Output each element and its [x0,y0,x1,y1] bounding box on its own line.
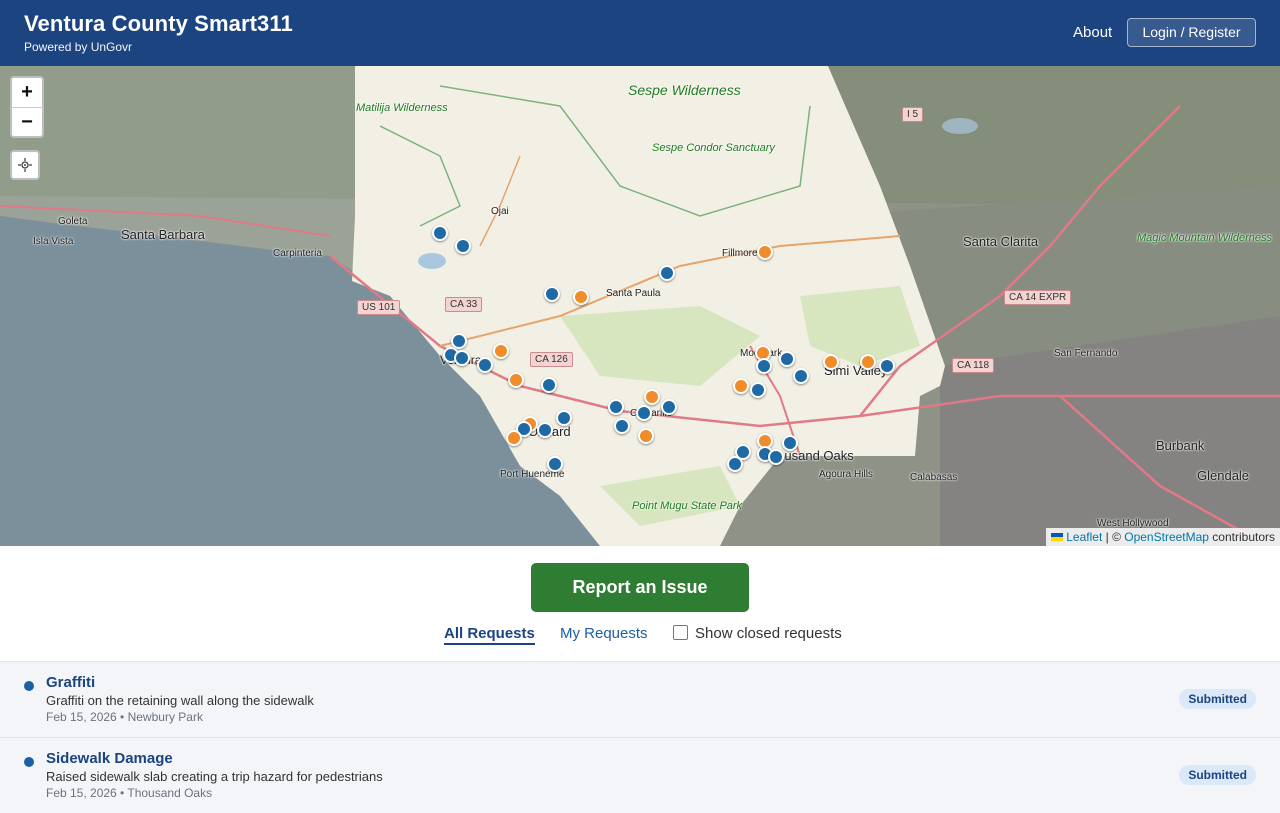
map-label: Ojai [491,206,509,217]
request-tabs: All Requests My Requests Show closed req… [0,624,1280,646]
map-label: Point Mugu State Park [632,500,743,512]
request-marker[interactable] [608,399,624,415]
map-label: San Fernando [1054,348,1118,359]
map-label: Calabasas [910,472,958,483]
request-marker[interactable] [477,357,493,373]
map-label: Santa Paula [606,288,661,299]
request-meta: Feb 15, 2026 • Thousand Oaks [46,786,213,800]
request-marker[interactable] [506,430,522,446]
request-marker[interactable] [768,449,784,465]
zoom-in-button[interactable]: + [12,78,42,107]
map-label: Carpinteria [273,248,322,259]
request-marker[interactable] [638,428,654,444]
locate-button[interactable] [10,150,40,180]
basemap [0,66,1280,546]
report-issue-button[interactable]: Report an Issue [531,563,749,612]
map-label: Sespe Condor Sanctuary [652,142,775,154]
request-description: Graffiti on the retaining wall along the… [46,693,314,708]
request-marker[interactable] [779,351,795,367]
highway-shield: CA 14 EXPR [1004,290,1072,305]
show-closed-toggle[interactable]: Show closed requests [673,625,842,642]
zoom-out-button[interactable]: − [12,107,42,136]
request-marker[interactable] [541,377,557,393]
highway-shield: I 5 [902,107,924,122]
map-label: Magic Mountain Wilderness [1137,232,1273,244]
request-marker[interactable] [614,418,630,434]
request-list: Graffiti Graffiti on the retaining wall … [0,661,1280,813]
request-marker[interactable] [432,225,448,241]
map-attribution: Leaflet | © OpenStreetMap contributors [1046,528,1280,546]
app-title[interactable]: Ventura County Smart311 [24,11,293,37]
brand: Ventura County Smart311 Powered by UnGov… [24,11,293,55]
show-closed-label: Show closed requests [695,625,842,642]
highway-shield: CA 126 [530,352,573,367]
login-register-button[interactable]: Login / Register [1127,18,1256,47]
request-marker[interactable] [782,435,798,451]
request-marker[interactable] [636,405,652,421]
request-marker[interactable] [659,265,675,281]
map-label: Santa Barbara [121,227,205,242]
request-marker[interactable] [661,399,677,415]
request-marker[interactable] [544,286,560,302]
request-marker[interactable] [556,410,572,426]
request-marker[interactable] [879,358,895,374]
request-marker[interactable] [793,368,809,384]
map-label: Sespe Wilderness [628,82,741,98]
request-marker[interactable] [493,343,509,359]
map-label: Matilija Wilderness [356,102,448,114]
status-badge: Submitted [1179,765,1256,785]
status-dot-icon [24,681,34,691]
map-label: Glendale [1197,468,1250,483]
status-badge: Submitted [1179,689,1256,709]
request-marker[interactable] [750,382,766,398]
highway-shield: CA 33 [445,297,483,312]
highway-shield: US 101 [357,300,401,315]
map-label: Burbank [1156,438,1205,453]
request-marker[interactable] [547,456,563,472]
request-marker[interactable] [508,372,524,388]
request-title: Sidewalk Damage [46,750,173,767]
map[interactable]: Sespe Wilderness Matilija Wilderness Ses… [0,66,1280,546]
request-title: Graffiti [46,674,96,691]
map-label: Fillmore [722,248,758,259]
request-marker[interactable] [644,389,660,405]
about-link[interactable]: About [1073,24,1112,41]
map-label: Isla Vista [33,236,74,247]
tab-my-requests[interactable]: My Requests [560,625,648,642]
request-marker[interactable] [823,354,839,370]
tab-all-requests[interactable]: All Requests [444,625,535,645]
request-marker[interactable] [455,238,471,254]
request-marker[interactable] [860,354,876,370]
request-marker[interactable] [727,456,743,472]
zoom-control: + − [10,76,44,138]
request-marker[interactable] [733,378,749,394]
show-closed-checkbox[interactable] [673,625,688,640]
attribution-suffix: contributors [1208,530,1275,544]
map-label: Agoura Hills [819,469,873,480]
top-bar: Ventura County Smart311 Powered by UnGov… [0,0,1280,66]
list-item[interactable]: Graffiti Graffiti on the retaining wall … [0,661,1280,737]
request-marker[interactable] [757,244,773,260]
request-description: Raised sidewalk slab creating a trip haz… [46,769,383,784]
status-dot-icon [24,757,34,767]
highway-shield: CA 118 [952,358,995,373]
crosshair-icon [18,158,32,172]
app-subtitle: Powered by UnGovr [24,40,133,54]
map-label: Goleta [58,216,88,227]
request-marker[interactable] [454,350,470,366]
request-meta: Feb 15, 2026 • Newbury Park [46,710,203,724]
request-marker[interactable] [537,422,553,438]
list-item[interactable]: Sidewalk Damage Raised sidewalk slab cre… [0,737,1280,813]
request-marker[interactable] [756,358,772,374]
ukraine-flag-icon [1051,533,1064,541]
request-marker[interactable] [573,289,589,305]
attribution-separator: | © [1102,530,1125,544]
osm-link[interactable]: OpenStreetMap [1124,530,1209,544]
leaflet-link[interactable]: Leaflet [1066,530,1102,544]
map-label: Santa Clarita [963,234,1039,249]
